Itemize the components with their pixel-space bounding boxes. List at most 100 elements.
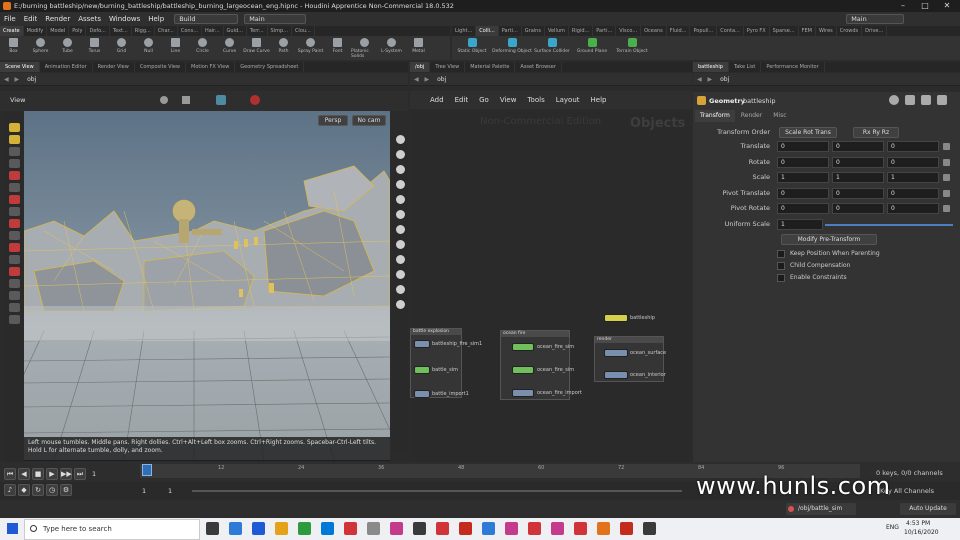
- panel-tab[interactable]: Material Palette: [465, 62, 516, 72]
- grid-snap-icon[interactable]: [8, 230, 20, 240]
- shelf-tab[interactable]: Sparse...: [770, 26, 799, 36]
- param-field[interactable]: 0: [777, 187, 829, 199]
- persp-menu[interactable]: Persp: [318, 115, 348, 126]
- network-editor[interactable]: Non-Commercial Edition Objects battle ex…: [410, 110, 690, 462]
- shelf-tab[interactable]: Char...: [155, 26, 178, 36]
- panel-tab[interactable]: Tree View: [430, 62, 466, 72]
- last-frame-icon[interactable]: ⏭: [74, 468, 86, 480]
- node[interactable]: [512, 389, 534, 397]
- clock-time[interactable]: 4:53 PM: [906, 520, 930, 527]
- taskbar-app-icon[interactable]: [643, 522, 656, 535]
- enable-constraints-checkbox[interactable]: [777, 274, 785, 282]
- shelf-tab[interactable]: Create: [0, 26, 24, 36]
- loop-icon[interactable]: ↻: [32, 484, 44, 496]
- shelf-tab[interactable]: Model: [47, 26, 70, 36]
- scale-tool-icon[interactable]: [8, 158, 20, 168]
- shelf-tool[interactable]: Line: [162, 36, 189, 60]
- shelf-tool[interactable]: L-System: [378, 36, 405, 60]
- panel-tab[interactable]: Take List: [729, 62, 762, 72]
- shelf-tab[interactable]: Light...: [452, 26, 477, 36]
- shelf-tab[interactable]: Vellum: [545, 26, 569, 36]
- panel-tab[interactable]: Asset Browser: [515, 62, 562, 72]
- keep-position-checkbox[interactable]: [777, 250, 785, 258]
- first-frame-icon[interactable]: ⏮: [4, 468, 16, 480]
- render-region-icon[interactable]: [8, 314, 20, 324]
- network-menu-item[interactable]: View: [500, 96, 517, 104]
- pose-tool-icon[interactable]: [8, 182, 20, 192]
- panel-tab[interactable]: /obj: [410, 62, 431, 72]
- taskbar-app-icon[interactable]: [252, 522, 265, 535]
- lock-icon[interactable]: [395, 150, 405, 159]
- param-subtab[interactable]: Transform: [695, 110, 736, 122]
- shelf-tab[interactable]: Poly: [69, 26, 87, 36]
- menu-help[interactable]: Help: [144, 15, 168, 23]
- shelf-tab[interactable]: Oceans: [641, 26, 667, 36]
- node[interactable]: [414, 366, 430, 374]
- rotate-tool-icon[interactable]: [8, 146, 20, 156]
- shelf-tool[interactable]: Curve: [216, 36, 243, 60]
- taskbar-app-icon[interactable]: [344, 522, 357, 535]
- shelf-tool[interactable]: Sphere: [27, 36, 54, 60]
- background-icon[interactable]: [395, 300, 405, 309]
- hand-icon[interactable]: [160, 96, 168, 104]
- shelf-tool[interactable]: Platonic Solids: [351, 36, 378, 60]
- param-field[interactable]: 0: [887, 203, 939, 214]
- shelf-tool[interactable]: Box: [0, 36, 27, 60]
- template-icon[interactable]: [395, 270, 405, 279]
- netbox-battle[interactable]: battle explosion: [410, 328, 462, 398]
- net-nav-arrows-icon[interactable]: ◀ ▶: [414, 76, 431, 83]
- ghost-icon[interactable]: [395, 225, 405, 234]
- taskbar-app-icon[interactable]: [505, 522, 518, 535]
- shelf-tool[interactable]: Tube: [54, 36, 81, 60]
- param-subtab[interactable]: Misc: [768, 110, 793, 122]
- channel-icon[interactable]: [943, 143, 950, 150]
- key-icon[interactable]: ◆: [18, 484, 30, 496]
- taskbar-app-icon[interactable]: [275, 522, 288, 535]
- shelf-tab[interactable]: Grains: [522, 26, 545, 36]
- scene-viewport[interactable]: Persp No cam: [24, 111, 390, 460]
- panel-tab[interactable]: Render View: [93, 62, 135, 72]
- network-menu-item[interactable]: Go: [479, 96, 489, 104]
- paint-tool-icon[interactable]: [8, 194, 20, 204]
- network-menu-item[interactable]: Tools: [527, 96, 544, 104]
- shelf-tab[interactable]: Conta...: [717, 26, 744, 36]
- right-main-dropdown[interactable]: Main: [846, 14, 905, 24]
- edge-select-icon[interactable]: [8, 278, 20, 288]
- light-toggle-icon[interactable]: [395, 210, 405, 219]
- gear-icon[interactable]: [889, 95, 899, 105]
- taskbar-app-icon[interactable]: [482, 522, 495, 535]
- taskbar-app-icon[interactable]: [597, 522, 610, 535]
- node[interactable]: [414, 390, 430, 398]
- point-select-icon[interactable]: [8, 266, 20, 276]
- child-compensation-checkbox[interactable]: [777, 262, 785, 270]
- shelf-tab[interactable]: Crowds: [837, 26, 863, 36]
- panel-tab[interactable]: Animation Editor: [40, 62, 93, 72]
- taskbar-app-icon[interactable]: [390, 522, 403, 535]
- param-field[interactable]: 1: [832, 172, 884, 183]
- taskbar-search[interactable]: Type here to search: [24, 519, 200, 540]
- shelf-tab[interactable]: Wires: [816, 26, 837, 36]
- param-field[interactable]: 0: [832, 156, 884, 168]
- menu-file[interactable]: File: [0, 15, 20, 23]
- object-select-icon[interactable]: [8, 302, 20, 312]
- snap-tool-icon[interactable]: [8, 218, 20, 228]
- play-icon[interactable]: ▶: [46, 468, 58, 480]
- taskbar-app-icon[interactable]: [229, 522, 242, 535]
- param-field[interactable]: 0: [777, 156, 829, 168]
- shelf-tab[interactable]: Defo...: [86, 26, 110, 36]
- menu-assets[interactable]: Assets: [74, 15, 105, 23]
- menu-render[interactable]: Render: [41, 15, 74, 23]
- shelf-tool[interactable]: Static Object: [452, 36, 492, 60]
- taskbar-app-icon[interactable]: [206, 522, 219, 535]
- pin-params-icon[interactable]: [937, 95, 947, 105]
- shelf-tool[interactable]: Font: [324, 36, 351, 60]
- modify-pre-transform-button[interactable]: Modify Pre-Transform: [781, 234, 877, 245]
- minimize-button[interactable]: –: [892, 0, 914, 12]
- taskbar-app-icon[interactable]: [528, 522, 541, 535]
- record-icon[interactable]: [250, 95, 260, 105]
- visibility-icon[interactable]: [395, 165, 405, 174]
- panel-tab[interactable]: Performance Monitor: [761, 62, 825, 72]
- stop-icon[interactable]: ■: [32, 468, 44, 480]
- display-options-icon[interactable]: [395, 135, 405, 144]
- auto-update-menu[interactable]: Auto Update: [900, 503, 956, 515]
